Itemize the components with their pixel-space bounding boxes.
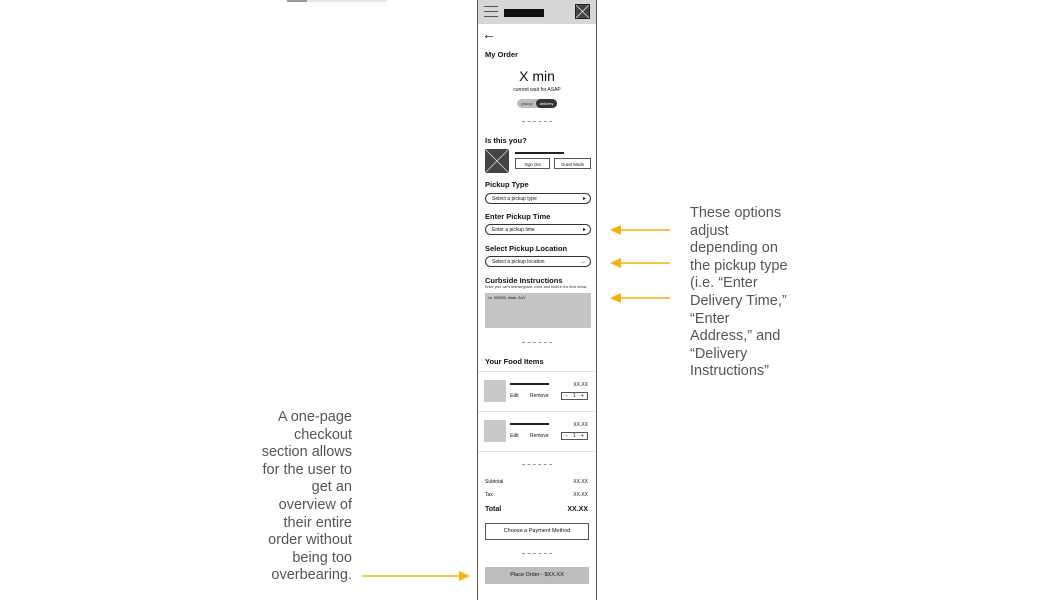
annotation-arrow [610, 293, 670, 303]
annotation-arrows [362, 225, 670, 581]
annotation-arrow [610, 225, 670, 235]
annotation-arrow [610, 258, 670, 268]
annotation-arrow [362, 571, 470, 581]
